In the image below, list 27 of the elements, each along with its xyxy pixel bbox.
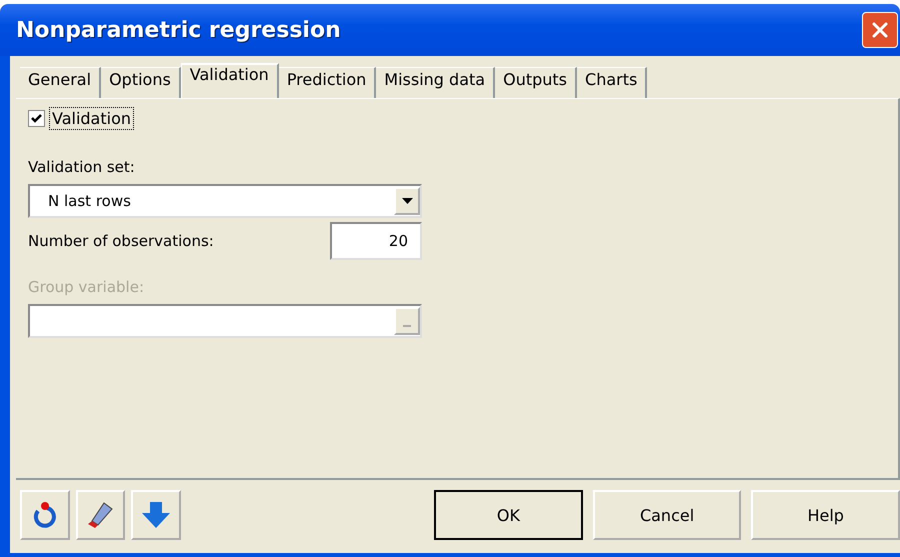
eraser-button[interactable] (76, 490, 126, 540)
tab[interactable]: Missing data (376, 67, 496, 98)
tab[interactable]: Validation (180, 63, 279, 99)
tab[interactable]: Prediction (278, 67, 376, 98)
down-arrow-icon (140, 500, 171, 530)
checkbox-label[interactable]: Validation (49, 107, 134, 130)
dialog-button[interactable]: Help (751, 490, 900, 540)
dialog-button[interactable]: OK (434, 490, 583, 540)
field-label: Number of observations: (28, 232, 214, 250)
tab[interactable]: Options (101, 67, 181, 98)
tab[interactable]: Outputs (495, 67, 578, 98)
dropdown[interactable]: N last rows (28, 184, 422, 218)
dropdown-button[interactable] (394, 187, 420, 215)
input-field[interactable] (28, 304, 422, 338)
dialog-button[interactable]: Cancel (592, 490, 742, 540)
field-label: Group variable: (28, 278, 144, 296)
check-icon (30, 112, 43, 125)
number-field[interactable]: 20 (330, 222, 422, 260)
tab[interactable]: Charts (577, 67, 648, 98)
tab[interactable]: General (20, 67, 102, 98)
checkbox[interactable] (28, 110, 45, 127)
down-button[interactable] (131, 490, 181, 540)
close-button[interactable] (862, 12, 898, 48)
field-label: Validation set: (28, 158, 135, 176)
window-title: Nonparametric regression (16, 18, 341, 42)
caret-icon (402, 198, 412, 204)
reset-button[interactable] (20, 490, 70, 540)
